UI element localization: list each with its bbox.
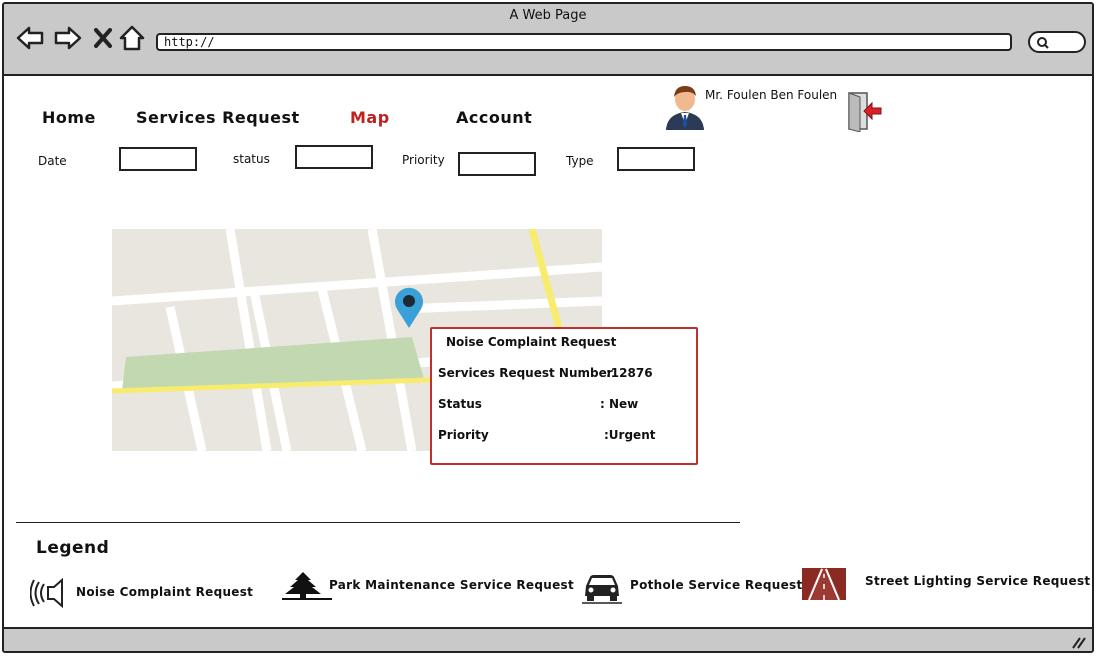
browser-search[interactable] xyxy=(1028,31,1086,53)
speaker-icon xyxy=(30,578,63,608)
type-field[interactable] xyxy=(617,147,695,171)
popup-priority-label: Priority xyxy=(438,428,489,442)
legend-title: Legend xyxy=(36,538,110,558)
legend-noise-label: Noise Complaint Request xyxy=(76,585,254,599)
nav-map[interactable]: Map xyxy=(350,108,390,127)
legend-pothole-label: Pothole Service Request xyxy=(630,578,803,592)
search-icon xyxy=(1037,37,1049,49)
browser-window: A Web Page http:// Home Services Request… xyxy=(2,2,1094,653)
url-input[interactable]: http:// xyxy=(156,33,1012,51)
map-pin-icon[interactable] xyxy=(394,287,424,329)
popup-number-value: :12876 xyxy=(606,366,653,380)
popup-priority-value: :Urgent xyxy=(604,428,656,442)
home-icon[interactable] xyxy=(118,24,145,52)
resize-handle-icon[interactable] xyxy=(1070,635,1086,649)
status-bar xyxy=(4,627,1092,651)
popup-title: Noise Complaint Request xyxy=(446,335,617,349)
logout-icon[interactable] xyxy=(848,92,884,136)
date-field[interactable] xyxy=(119,147,197,171)
status-label: status xyxy=(233,152,270,166)
popup-number-label: Services Request Number xyxy=(438,366,613,380)
date-label: Date xyxy=(38,154,67,168)
browser-chrome: A Web Page http:// xyxy=(4,4,1092,76)
nav-services-request[interactable]: Services Request xyxy=(136,108,300,127)
nav-home[interactable]: Home xyxy=(42,108,96,127)
status-field[interactable] xyxy=(295,145,373,169)
legend-street-lighting-label: Street Lighting Service Request xyxy=(865,574,1091,588)
avatar xyxy=(664,84,706,134)
road-icon xyxy=(802,568,846,601)
type-label: Type xyxy=(566,154,594,168)
user-name: Mr. Foulen Ben Foulen xyxy=(705,88,838,102)
priority-label: Priority xyxy=(402,153,445,167)
forward-icon[interactable] xyxy=(54,24,82,52)
legend-park-label: Park Maintenance Service Request xyxy=(329,578,575,592)
nav-account[interactable]: Account xyxy=(456,108,532,127)
priority-field[interactable] xyxy=(458,152,536,176)
tree-icon xyxy=(282,572,332,600)
window-title: A Web Page xyxy=(509,8,587,23)
divider xyxy=(16,522,740,523)
close-icon[interactable] xyxy=(92,24,118,52)
request-popup: Noise Complaint Request Services Request… xyxy=(430,327,698,465)
popup-status-label: Status xyxy=(438,397,482,411)
car-icon xyxy=(582,575,622,604)
popup-status-value: : New xyxy=(600,397,639,411)
back-icon[interactable] xyxy=(16,24,44,52)
